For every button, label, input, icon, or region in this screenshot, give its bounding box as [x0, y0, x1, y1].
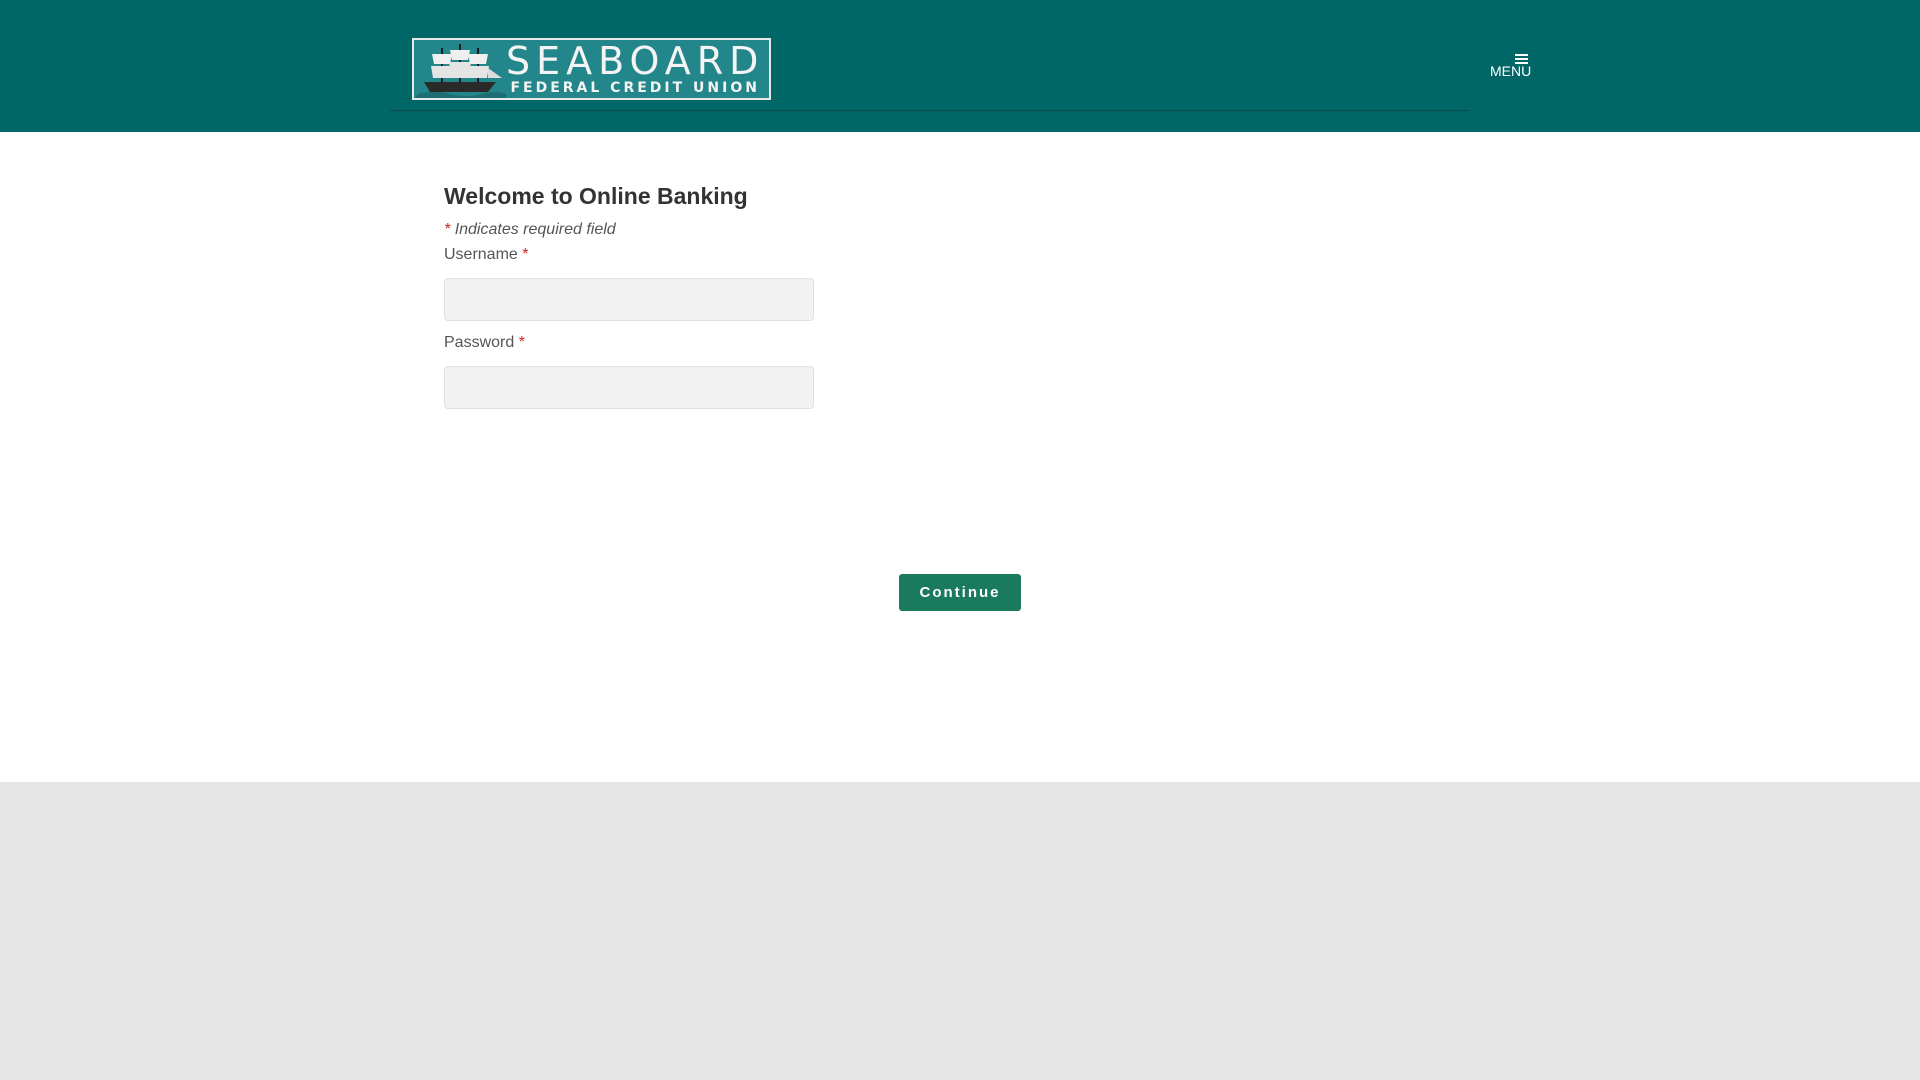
username-input[interactable]: [444, 278, 814, 321]
username-label: Username *: [444, 245, 1044, 265]
menu-label: MENU: [1490, 63, 1532, 79]
logo-wordmark: SEABOARD FEDERAL CREDIT UNION: [506, 39, 769, 96]
continue-button[interactable]: Continue: [899, 574, 1021, 611]
required-field-note: * Indicates required field: [444, 220, 1044, 240]
logo-title: SEABOARD: [506, 39, 765, 83]
menu-button[interactable]: MENU: [1488, 52, 1532, 82]
required-asterisk: *: [444, 221, 451, 238]
ship-icon: [414, 40, 506, 98]
page-footer: [0, 782, 1920, 1080]
username-required-asterisk: *: [522, 246, 529, 263]
password-label-text: Password: [444, 334, 515, 351]
page-title: Welcome to Online Banking: [444, 183, 748, 209]
username-label-text: Username: [444, 246, 518, 263]
password-label: Password *: [444, 333, 1044, 353]
site-header: SEABOARD FEDERAL CREDIT UNION MENU: [0, 0, 1920, 132]
seaboard-logo[interactable]: SEABOARD FEDERAL CREDIT UNION: [412, 38, 771, 100]
login-form: Welcome to Online Banking * Indicates re…: [444, 182, 1044, 409]
password-required-asterisk: *: [518, 334, 525, 351]
header-inner: SEABOARD FEDERAL CREDIT UNION: [390, 0, 1470, 111]
main-content: Welcome to Online Banking * Indicates re…: [0, 132, 1920, 782]
logo-subtitle: FEDERAL CREDIT UNION: [510, 80, 760, 96]
password-input[interactable]: [444, 366, 814, 409]
required-note-text: Indicates required field: [454, 221, 616, 238]
